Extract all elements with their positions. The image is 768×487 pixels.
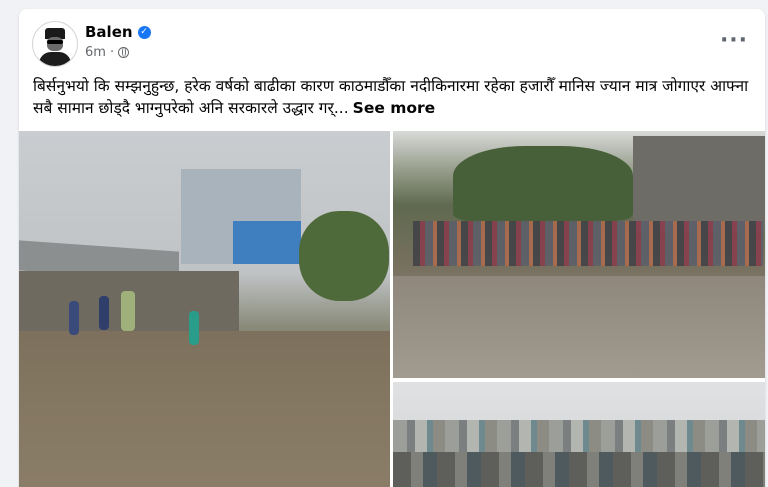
photo1-building [181,169,301,264]
verified-badge-icon: ✓ [137,25,151,39]
post-meta: 6m · [85,45,130,60]
photo1-person [99,296,109,330]
author-name-row: Balen ✓ [85,23,151,41]
flood-crowd-photo[interactable] [393,131,765,378]
riverside-settlement-photo[interactable] [393,382,765,487]
photo-grid [19,131,765,487]
photo2-trees [453,146,633,221]
post-text: बिर्सनुभयो कि सम्झनुहुन्छ, हरेक वर्षको ब… [33,75,753,119]
photo1-person [189,311,199,345]
globe-icon[interactable] [118,47,130,58]
photo2-building [633,136,765,231]
photo1-blue-wall [233,221,301,264]
photo1-tree [299,211,389,301]
meta-separator: · [109,45,115,60]
post-header: Balen ✓ 6m · ··· [19,9,765,71]
photo1-person [121,291,135,331]
flood-street-photo[interactable] [19,131,390,487]
post-timestamp[interactable]: 6m [85,45,106,60]
see-more-link[interactable]: See more [353,99,436,117]
photo3-rooftops [393,452,765,487]
post-card: Balen ✓ 6m · ··· बिर्सनुभयो कि सम्झनुहुन… [19,9,765,487]
author-name[interactable]: Balen [85,23,133,41]
avatar-body [39,52,71,66]
post-options-button[interactable]: ··· [719,25,749,55]
author-avatar[interactable] [32,21,78,67]
photo1-floodwater [19,331,390,487]
avatar-sunglasses [47,40,63,44]
photo2-crowd [413,221,763,266]
photo1-person [69,301,79,335]
photo2-floodwater [393,276,765,378]
